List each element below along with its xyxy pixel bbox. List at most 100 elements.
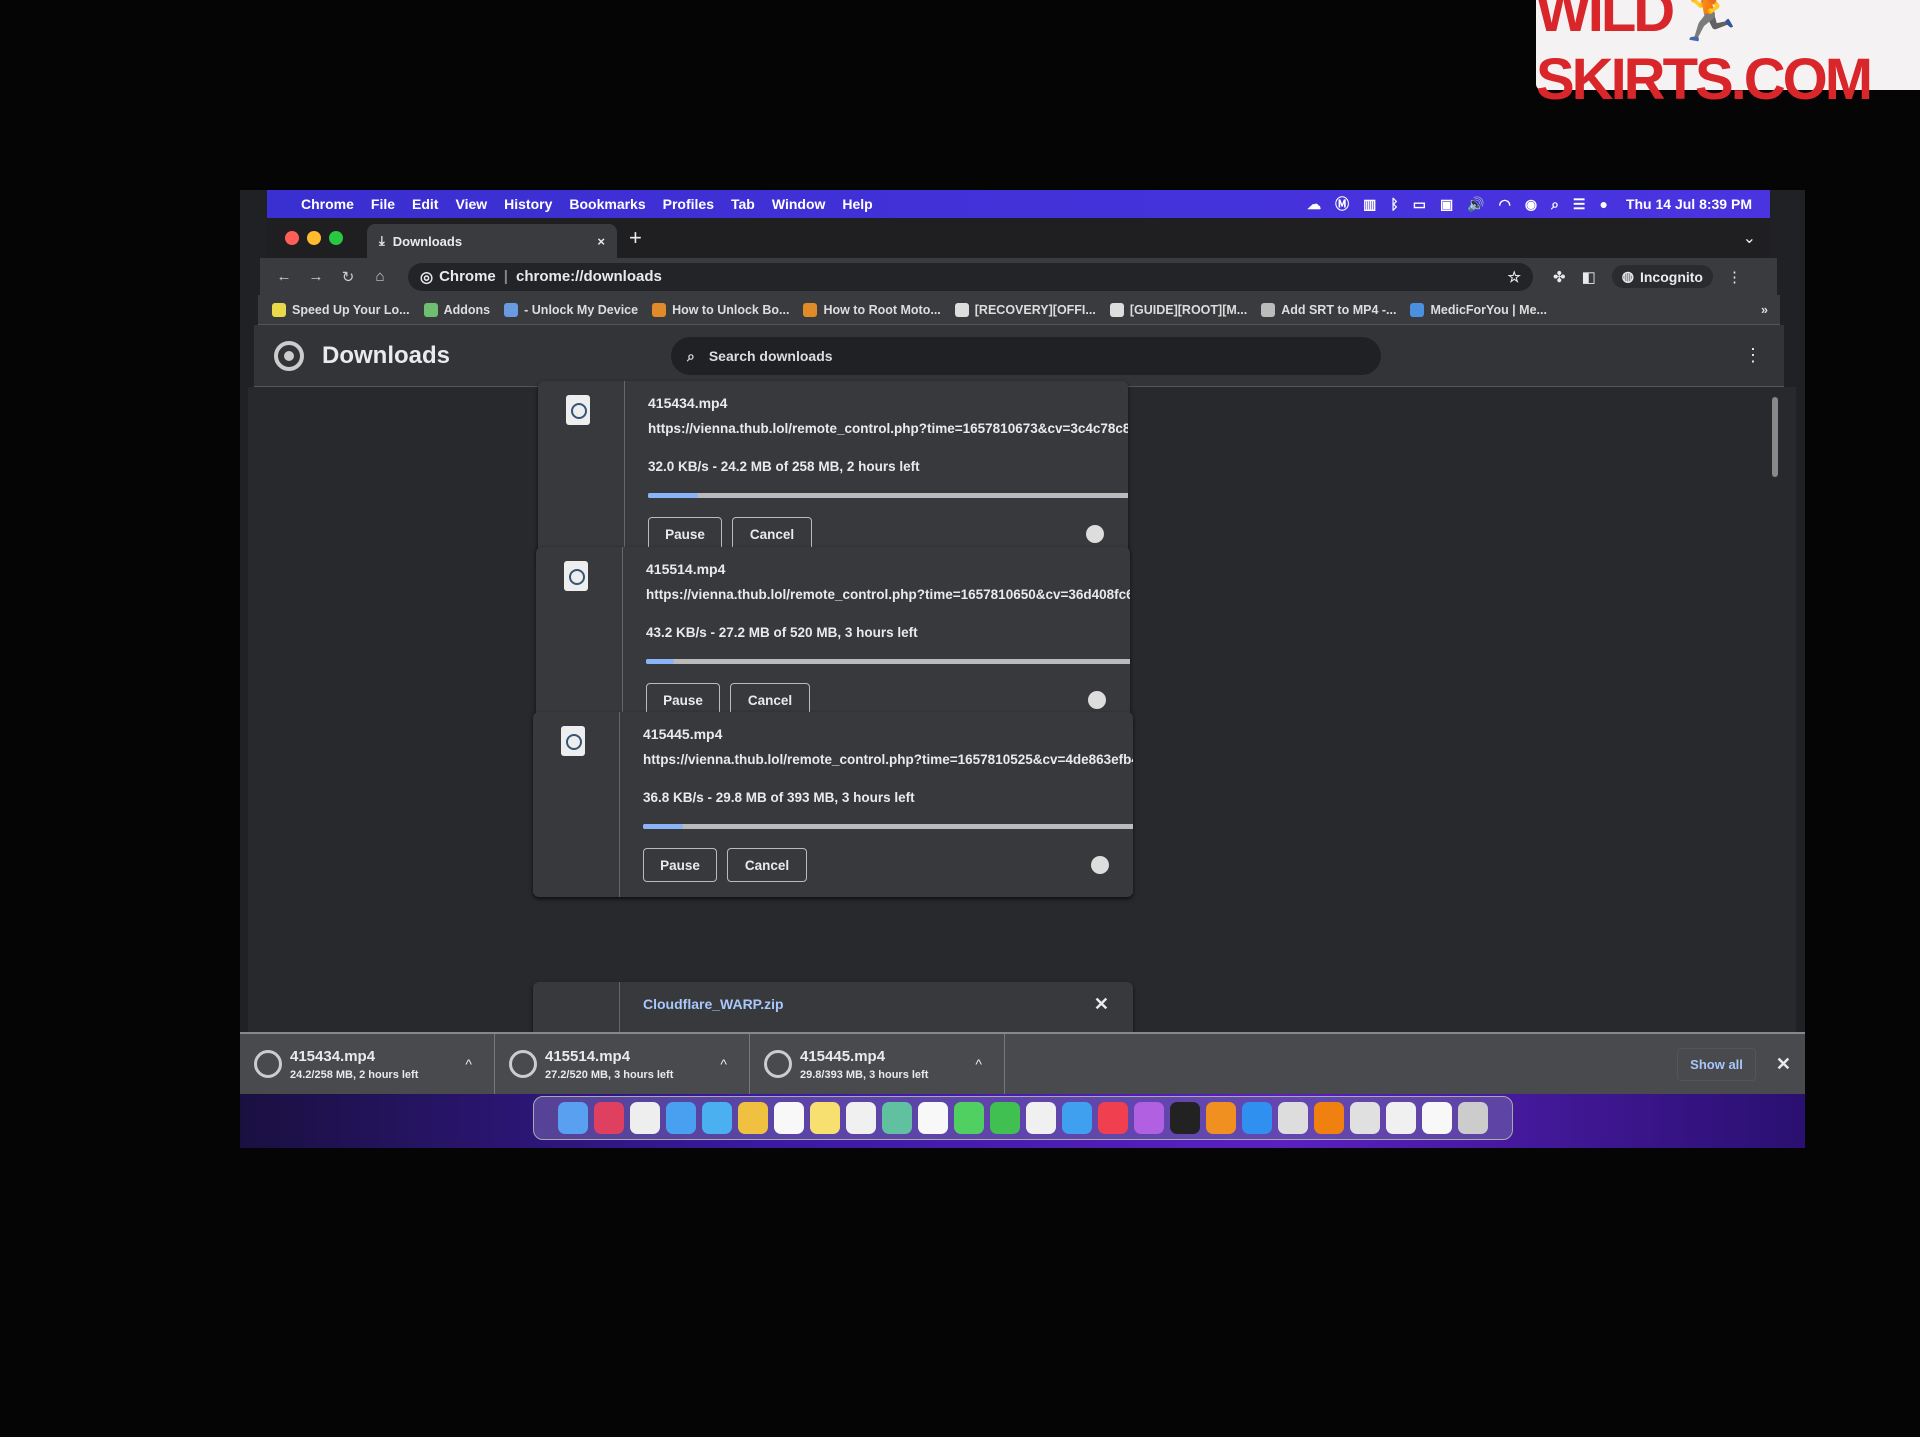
dock-app-icon[interactable] [774, 1102, 804, 1134]
minimize-window-button[interactable] [307, 231, 321, 245]
shelf-item[interactable]: 415434.mp4 24.2/258 MB, 2 hours left ^ [240, 1034, 495, 1094]
menu-file[interactable]: File [371, 196, 395, 212]
pause-button[interactable]: Pause [643, 848, 717, 882]
dock-app-icon[interactable] [846, 1102, 876, 1134]
bookmark-item[interactable]: How to Unlock Bo... [652, 302, 789, 317]
volume-icon[interactable]: 🔊 [1467, 196, 1484, 213]
dock-app-icon[interactable] [882, 1102, 912, 1134]
bookmark-item[interactable]: How to Root Moto... [803, 302, 941, 317]
dock-app-icon[interactable] [1134, 1102, 1164, 1134]
dock-app-icon[interactable] [1098, 1102, 1128, 1134]
reload-icon[interactable]: ↻ [338, 268, 358, 286]
battery-icon[interactable]: ▭ [1413, 196, 1426, 213]
user-icon[interactable]: ◉ [1525, 196, 1537, 213]
menu-view[interactable]: View [455, 196, 487, 212]
scrollbar[interactable] [1772, 397, 1778, 477]
bookmark-favicon-icon [1410, 302, 1425, 317]
chevron-up-icon[interactable]: ^ [720, 1056, 727, 1072]
tab-search-chevron-icon[interactable]: ⌄ [1743, 228, 1756, 248]
shelf-item[interactable]: 415514.mp4 27.2/520 MB, 3 hours left ^ [495, 1034, 750, 1094]
wifi-icon[interactable]: ◠ [1499, 196, 1511, 213]
dock-app-icon[interactable] [954, 1102, 984, 1134]
dock-app-icon[interactable] [1206, 1102, 1236, 1134]
dock-app-icon[interactable] [738, 1102, 768, 1134]
menu-window[interactable]: Window [772, 196, 826, 212]
bookmark-item[interactable]: MedicForYou | Me... [1410, 302, 1547, 317]
dock-app-icon[interactable] [558, 1102, 588, 1134]
home-icon[interactable]: ⌂ [370, 268, 390, 285]
bookmark-item[interactable]: Speed Up Your Lo... [272, 302, 410, 317]
chevron-up-icon[interactable]: ^ [975, 1056, 982, 1072]
dock-app-icon[interactable] [1314, 1102, 1344, 1134]
bookmark-item[interactable]: [GUIDE][ROOT][M... [1109, 302, 1247, 317]
dock-app-icon[interactable] [810, 1102, 840, 1134]
extensions-icon[interactable]: ✤ [1553, 268, 1566, 286]
zoom-window-button[interactable] [329, 231, 343, 245]
dock-app-icon[interactable] [1350, 1102, 1380, 1134]
bookmark-star-icon[interactable]: ☆ [1508, 268, 1521, 286]
search-icon[interactable]: ⌕ [1551, 196, 1559, 213]
source-url-link[interactable]: https://vienna.thub.lol/remote_control.p… [643, 752, 1133, 767]
more-actions-icon[interactable]: ⋮ [1744, 345, 1762, 366]
address-bar[interactable]: ◎ Chrome | chrome://downloads ☆ [408, 262, 1533, 291]
close-tab-icon[interactable]: × [597, 234, 605, 249]
tab-downloads[interactable]: ⤓ Downloads × [367, 224, 617, 258]
remove-icon[interactable]: ✕ [1094, 994, 1109, 1015]
close-window-button[interactable] [285, 231, 299, 245]
file-name-link[interactable]: Cloudflare_WARP.zip [643, 996, 784, 1012]
cloud-icon[interactable]: ☁ [1307, 196, 1321, 213]
forward-icon[interactable]: → [306, 268, 326, 285]
m-icon[interactable]: Ⓜ [1335, 194, 1349, 214]
dock-app-icon[interactable] [630, 1102, 660, 1134]
menu-chrome[interactable]: Chrome [301, 196, 354, 212]
dock-app-icon[interactable] [1422, 1102, 1452, 1134]
side-panel-icon[interactable]: ◧ [1582, 268, 1596, 286]
chevron-up-icon[interactable]: ^ [465, 1056, 472, 1072]
menu-kebab-icon[interactable]: ⋮ [1727, 268, 1742, 286]
source-url-link[interactable]: https://vienna.thub.lol/remote_control.p… [646, 587, 1130, 602]
download-shelf: 415434.mp4 24.2/258 MB, 2 hours left ^ 4155… [240, 1032, 1805, 1094]
dock-app-icon[interactable] [1242, 1102, 1272, 1134]
dock-app-icon[interactable] [1026, 1102, 1056, 1134]
dock-app-icon[interactable] [1062, 1102, 1092, 1134]
menu-history[interactable]: History [504, 196, 552, 212]
menu-bookmarks[interactable]: Bookmarks [569, 196, 645, 212]
display-icon[interactable]: ▣ [1440, 196, 1453, 213]
bookmark-item[interactable]: [RECOVERY][OFFI... [954, 302, 1096, 317]
close-shelf-icon[interactable]: ✕ [1776, 1054, 1791, 1075]
dock-app-icon[interactable] [918, 1102, 948, 1134]
dock-app-icon[interactable] [666, 1102, 696, 1134]
siri-icon[interactable]: ● [1599, 196, 1607, 212]
dock-app-icon[interactable] [702, 1102, 732, 1134]
show-all-button[interactable]: Show all [1677, 1047, 1756, 1081]
dock-app-icon[interactable] [1170, 1102, 1200, 1134]
search-downloads-input[interactable]: ⌕ Search downloads [671, 337, 1381, 375]
dock-app-icon[interactable] [1386, 1102, 1416, 1134]
back-icon[interactable]: ← [274, 268, 294, 285]
source-url-link[interactable]: https://vienna.thub.lol/remote_control.p… [648, 421, 1128, 436]
shelf-item[interactable]: 415445.mp4 29.8/393 MB, 3 hours left ^ [750, 1034, 1005, 1094]
dock-app-icon[interactable] [990, 1102, 1020, 1134]
bookmarks-overflow-icon[interactable]: » [1761, 303, 1768, 317]
pause-button[interactable]: Pause [648, 517, 722, 551]
menu-tab[interactable]: Tab [731, 196, 755, 212]
dock-app-icon[interactable] [1458, 1102, 1488, 1134]
control-center-icon[interactable]: ☰ [1573, 196, 1586, 213]
bookmark-label: [RECOVERY][OFFI... [974, 302, 1096, 317]
dock-app-icon[interactable] [594, 1102, 624, 1134]
new-tab-button[interactable]: + [629, 225, 642, 251]
menu-profiles[interactable]: Profiles [663, 196, 714, 212]
bluetooth-icon[interactable]: ᛒ [1390, 196, 1398, 212]
battery-bars-icon[interactable]: ▥ [1363, 196, 1376, 213]
cancel-button[interactable]: Cancel [732, 517, 812, 551]
bookmark-item[interactable]: - Unlock My Device [504, 302, 638, 317]
incognito-profile-button[interactable]: ◍ Incognito [1611, 265, 1713, 288]
bookmark-item[interactable]: Add SRT to MP4 -... [1261, 302, 1396, 317]
cancel-button[interactable]: Cancel [727, 848, 807, 882]
bookmark-item[interactable]: Addons [423, 302, 490, 317]
menu-edit[interactable]: Edit [412, 196, 438, 212]
downloads-list: Cloudflare_WARP.zip ✕ 415434.mp4 https:/… [248, 381, 1796, 1042]
dock-app-icon[interactable] [1278, 1102, 1308, 1134]
menu-help[interactable]: Help [842, 196, 872, 212]
clock[interactable]: Thu 14 Jul 8:39 PM [1626, 196, 1752, 212]
